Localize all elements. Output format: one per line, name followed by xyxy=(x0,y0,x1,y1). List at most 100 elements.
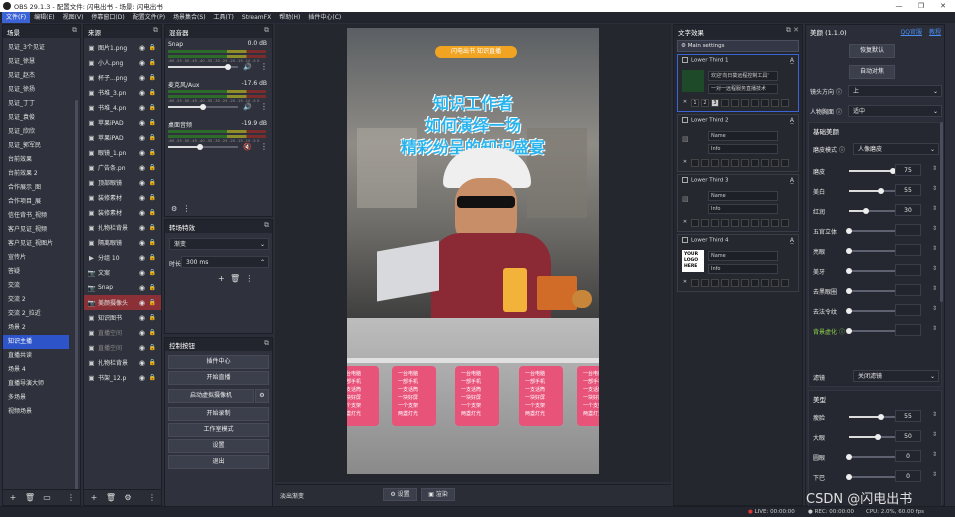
scene-item[interactable]: 见证_郭军民 xyxy=(3,139,69,153)
face-position-select[interactable]: 适中 ⌄ xyxy=(848,105,942,117)
start-streaming-button[interactable]: 开始直播 xyxy=(168,371,269,385)
lock-icon[interactable]: 🔒 xyxy=(149,314,156,321)
eye-icon[interactable]: ◉ xyxy=(139,179,145,187)
scene-item[interactable]: 直播共读 xyxy=(3,349,69,363)
speaker-icon[interactable]: 🔊 xyxy=(243,63,252,71)
eye-icon[interactable]: ◉ xyxy=(139,44,145,52)
slider-value-input[interactable] xyxy=(895,324,921,336)
mixer-settings-button[interactable]: ⚙ xyxy=(171,205,177,213)
source-item[interactable]: ▣ 图片1.png ◉ 🔒 xyxy=(84,40,161,55)
undock-icon[interactable]: ⧉ xyxy=(264,221,269,230)
exit-button[interactable]: 退出 xyxy=(168,455,269,469)
source-item[interactable]: ▣ 苹果iPAD ◉ 🔒 xyxy=(84,130,161,145)
eye-icon[interactable]: ◉ xyxy=(139,89,145,97)
eye-icon[interactable]: ◉ xyxy=(139,149,145,157)
close-icon[interactable]: ✕ xyxy=(681,99,689,107)
minimize-button[interactable]: — xyxy=(889,0,909,12)
slot-button[interactable] xyxy=(761,219,769,227)
source-item[interactable]: ▣ 隔离眼镜 ◉ 🔒 xyxy=(84,235,161,250)
undock-icon[interactable]: ⧉ xyxy=(72,26,77,35)
source-item[interactable]: ▣ 杯子...png ◉ 🔒 xyxy=(84,70,161,85)
scene-more-button[interactable]: ⋮ xyxy=(64,492,78,504)
toggle-icon[interactable] xyxy=(682,237,688,243)
eye-icon[interactable]: ◉ xyxy=(139,329,145,337)
source-item[interactable]: ▣ 知识图书 ◉ 🔒 xyxy=(84,310,161,325)
eye-icon[interactable]: ◉ xyxy=(139,59,145,67)
eye-icon[interactable]: ◉ xyxy=(139,239,145,247)
slot-button[interactable] xyxy=(781,159,789,167)
menu-scene-collection[interactable]: 场景集合(S) xyxy=(169,12,210,23)
lock-icon[interactable]: 🔒 xyxy=(149,254,156,261)
smooth-mode-select[interactable]: 人像磨皮 ⌄ xyxy=(853,143,939,155)
slider-value-input[interactable]: 75 xyxy=(895,164,921,176)
source-item[interactable]: 📷 美颜摄像头 ◉ 🔒 xyxy=(84,295,161,310)
text-style-icon[interactable]: A̲ xyxy=(790,237,794,244)
spin-icon[interactable]: ⇕ xyxy=(932,205,937,212)
spin-icon[interactable]: ⇕ xyxy=(932,431,937,438)
slot-button[interactable] xyxy=(691,159,699,167)
slot-button[interactable] xyxy=(781,279,789,287)
scene-item[interactable]: 交流 2_拉近 xyxy=(3,307,69,321)
lock-icon[interactable]: 🔒 xyxy=(149,149,156,156)
transition-more-button[interactable]: ⋮ xyxy=(245,274,253,283)
lock-icon[interactable]: 🔒 xyxy=(149,224,156,231)
spin-icon[interactable]: ⇕ xyxy=(932,245,937,252)
slider-value-input[interactable]: 0 xyxy=(895,470,921,482)
scene-item[interactable]: 见证_徐扬 xyxy=(3,83,69,97)
lock-icon[interactable]: 🔒 xyxy=(149,74,156,81)
spin-icon[interactable]: ⇕ xyxy=(932,325,937,332)
eye-icon[interactable]: ◉ xyxy=(139,314,145,322)
lower-third-name-input[interactable]: Name xyxy=(708,191,778,201)
menu-tools[interactable]: 工具(T) xyxy=(210,12,238,23)
source-item[interactable]: ▣ 装修素材 ◉ 🔒 xyxy=(84,205,161,220)
slider-value-input[interactable]: 0 xyxy=(895,450,921,462)
scene-item[interactable]: 直播导演大师 xyxy=(3,377,69,391)
slot-button[interactable] xyxy=(771,219,779,227)
preview-canvas[interactable]: 闪电出书 知识直播 知识工作者 如何演绎一场 精彩纷呈的知识盛宴 一台电脑一部手… xyxy=(347,28,599,474)
slot-button[interactable] xyxy=(731,279,739,287)
scene-item[interactable]: 见证_丁丁 xyxy=(3,97,69,111)
add-scene-button[interactable]: + xyxy=(6,492,20,504)
scene-item[interactable]: 客户见证_视图片 xyxy=(3,237,69,251)
remove-transition-button[interactable]: 🗑 xyxy=(230,274,240,283)
start-virtual-camera-button[interactable]: 启动虚拟摄像机 xyxy=(168,389,254,403)
lock-icon[interactable]: 🔒 xyxy=(149,179,156,186)
eye-icon[interactable]: ◉ xyxy=(139,119,145,127)
slot-button[interactable] xyxy=(721,159,729,167)
eye-icon[interactable]: ◉ xyxy=(139,224,145,232)
scene-filters-button[interactable]: ▭ xyxy=(40,492,54,504)
spin-icon[interactable]: ⇕ xyxy=(932,471,937,478)
lower-third-name-input[interactable]: Name xyxy=(708,251,778,261)
source-item[interactable]: ▣ 装修素材 ◉ 🔒 xyxy=(84,190,161,205)
main-settings-button[interactable]: ⚙ Main settings xyxy=(677,40,799,52)
toggle-icon[interactable] xyxy=(682,117,688,123)
spin-icon[interactable]: ⇕ xyxy=(932,285,937,292)
menu-file[interactable]: 文件(F) xyxy=(2,12,31,23)
volume-slider[interactable] xyxy=(168,104,238,110)
lock-icon[interactable]: 🔒 xyxy=(149,344,156,351)
close-icon[interactable]: ✕ xyxy=(681,279,689,287)
scene-item[interactable]: 见证_赵杰 xyxy=(3,69,69,83)
slot-button[interactable] xyxy=(701,279,709,287)
slot-button[interactable] xyxy=(771,159,779,167)
slot-button[interactable] xyxy=(751,279,759,287)
menu-help[interactable]: 帮助(H) xyxy=(275,12,304,23)
lock-icon[interactable]: 🔒 xyxy=(149,89,156,96)
undock-icon[interactable]: ⧉ ✕ xyxy=(786,26,799,35)
menu-profile[interactable]: 配置文件(P) xyxy=(129,12,169,23)
scene-item[interactable]: 交流 2 xyxy=(3,293,69,307)
slot-button[interactable] xyxy=(751,219,759,227)
slot-button[interactable] xyxy=(761,159,769,167)
scene-item[interactable]: 台前效果 2 xyxy=(3,167,69,181)
plugin-center-button[interactable]: 插件中心 xyxy=(168,355,269,369)
beauty-scrollbar[interactable] xyxy=(940,122,943,302)
scenes-scrollbar[interactable] xyxy=(75,100,78,504)
slider-value-input[interactable] xyxy=(895,244,921,256)
source-item[interactable]: ▣ 顶部眼镜 ◉ 🔒 xyxy=(84,175,161,190)
channel-menu-button[interactable]: ⋮ xyxy=(260,102,268,111)
studio-mode-button[interactable]: 工作室模式 xyxy=(168,423,269,437)
slider-value-input[interactable]: 30 xyxy=(895,204,921,216)
menu-edit[interactable]: 编辑(E) xyxy=(30,12,58,23)
qq-link[interactable]: QQ官服 xyxy=(901,27,922,36)
menu-docks[interactable]: 停靠窗口(D) xyxy=(87,12,128,23)
